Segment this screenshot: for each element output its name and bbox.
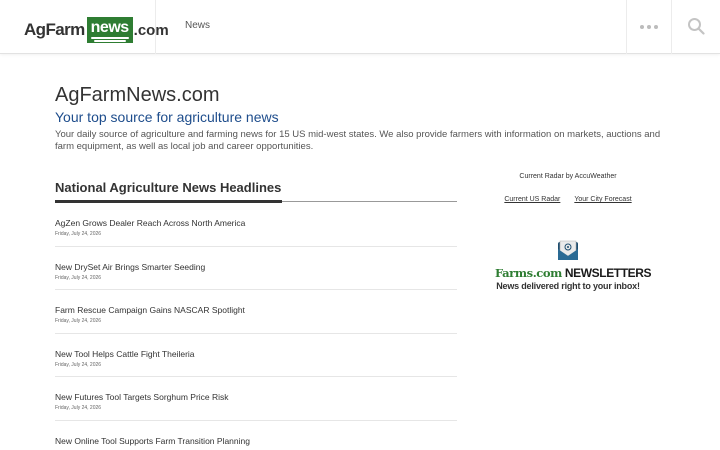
newsletter-brand: Farms.com NEWSLETTERS — [495, 266, 652, 280]
radar-links: Current US Radar Your City Forecast — [480, 196, 656, 203]
radar-label: Current Radar by AccuWeather — [519, 173, 617, 180]
nav-news-link[interactable]: News — [185, 20, 210, 31]
city-forecast-link[interactable]: Your City Forecast — [574, 196, 631, 203]
headlines-section-title: National Agriculture News Headlines — [55, 180, 282, 195]
site-description: Your daily source of agriculture and far… — [55, 129, 661, 152]
headline-link[interactable]: New DrySet Air Brings Smarter Seeding — [55, 262, 457, 272]
list-item: New Tool Helps Cattle Fight Theileria Fr… — [55, 334, 457, 378]
logo-furrow-decoration — [93, 40, 126, 42]
list-item: New Futures Tool Targets Sorghum Price R… — [55, 377, 457, 421]
list-item: AgZen Grows Dealer Reach Across North Am… — [55, 203, 457, 247]
page-title: AgFarmNews.com — [55, 84, 220, 106]
header-divider — [155, 0, 156, 54]
more-dots-icon — [654, 25, 658, 29]
logo-text-agfarm: AgFarm — [24, 20, 85, 39]
list-item: New DrySet Air Brings Smarter Seeding Fr… — [55, 247, 457, 291]
envelope-icon — [558, 240, 578, 260]
site-logo[interactable]: AgFarm news .com — [24, 13, 169, 47]
headline-date: Friday, July 24, 2026 — [55, 405, 102, 412]
headline-link[interactable]: AgZen Grows Dealer Reach Across North Am… — [55, 218, 457, 228]
more-dots-icon — [647, 25, 651, 29]
headline-date: Friday, July 24, 2026 — [55, 274, 102, 281]
logo-text-news: news — [90, 19, 130, 36]
newsletter-label: NEWSLETTERS — [564, 266, 652, 280]
logo-text-com: .com — [133, 21, 169, 39]
farms-logo-text: Farms.com — [495, 266, 562, 280]
search-button[interactable] — [672, 0, 720, 54]
headline-link[interactable]: New Online Tool Supports Farm Transition… — [55, 436, 457, 446]
list-item: Farm Rescue Campaign Gains NASCAR Spotli… — [55, 290, 457, 334]
site-tagline: Your top source for agriculture news — [55, 109, 279, 125]
search-icon — [688, 18, 705, 35]
list-item: New Online Tool Supports Farm Transition… — [55, 421, 457, 450]
headline-link[interactable]: Farm Rescue Campaign Gains NASCAR Spotli… — [55, 305, 457, 315]
current-us-radar-link[interactable]: Current US Radar — [504, 196, 560, 203]
headlines-list: AgZen Grows Dealer Reach Across North Am… — [55, 203, 457, 450]
site-header: AgFarm news .com News — [0, 0, 720, 54]
headline-link[interactable]: New Futures Tool Targets Sorghum Price R… — [55, 392, 457, 402]
headline-date: Friday, July 24, 2026 — [55, 231, 102, 237]
more-dots-icon — [640, 25, 644, 29]
newsletter-tagline: News delivered right to your inbox! — [496, 281, 640, 291]
newsletter-promo[interactable]: Farms.com NEWSLETTERS News delivered rig… — [495, 237, 652, 291]
headline-link[interactable]: New Tool Helps Cattle Fight Theileria — [55, 349, 457, 359]
logo-news-badge: news — [86, 17, 133, 43]
more-menu-button[interactable] — [627, 0, 671, 54]
headline-date: Friday, July 24, 2026 — [55, 318, 102, 325]
logo-furrow-decoration — [90, 37, 129, 39]
headline-date: Friday, July 24, 2026 — [55, 361, 102, 368]
